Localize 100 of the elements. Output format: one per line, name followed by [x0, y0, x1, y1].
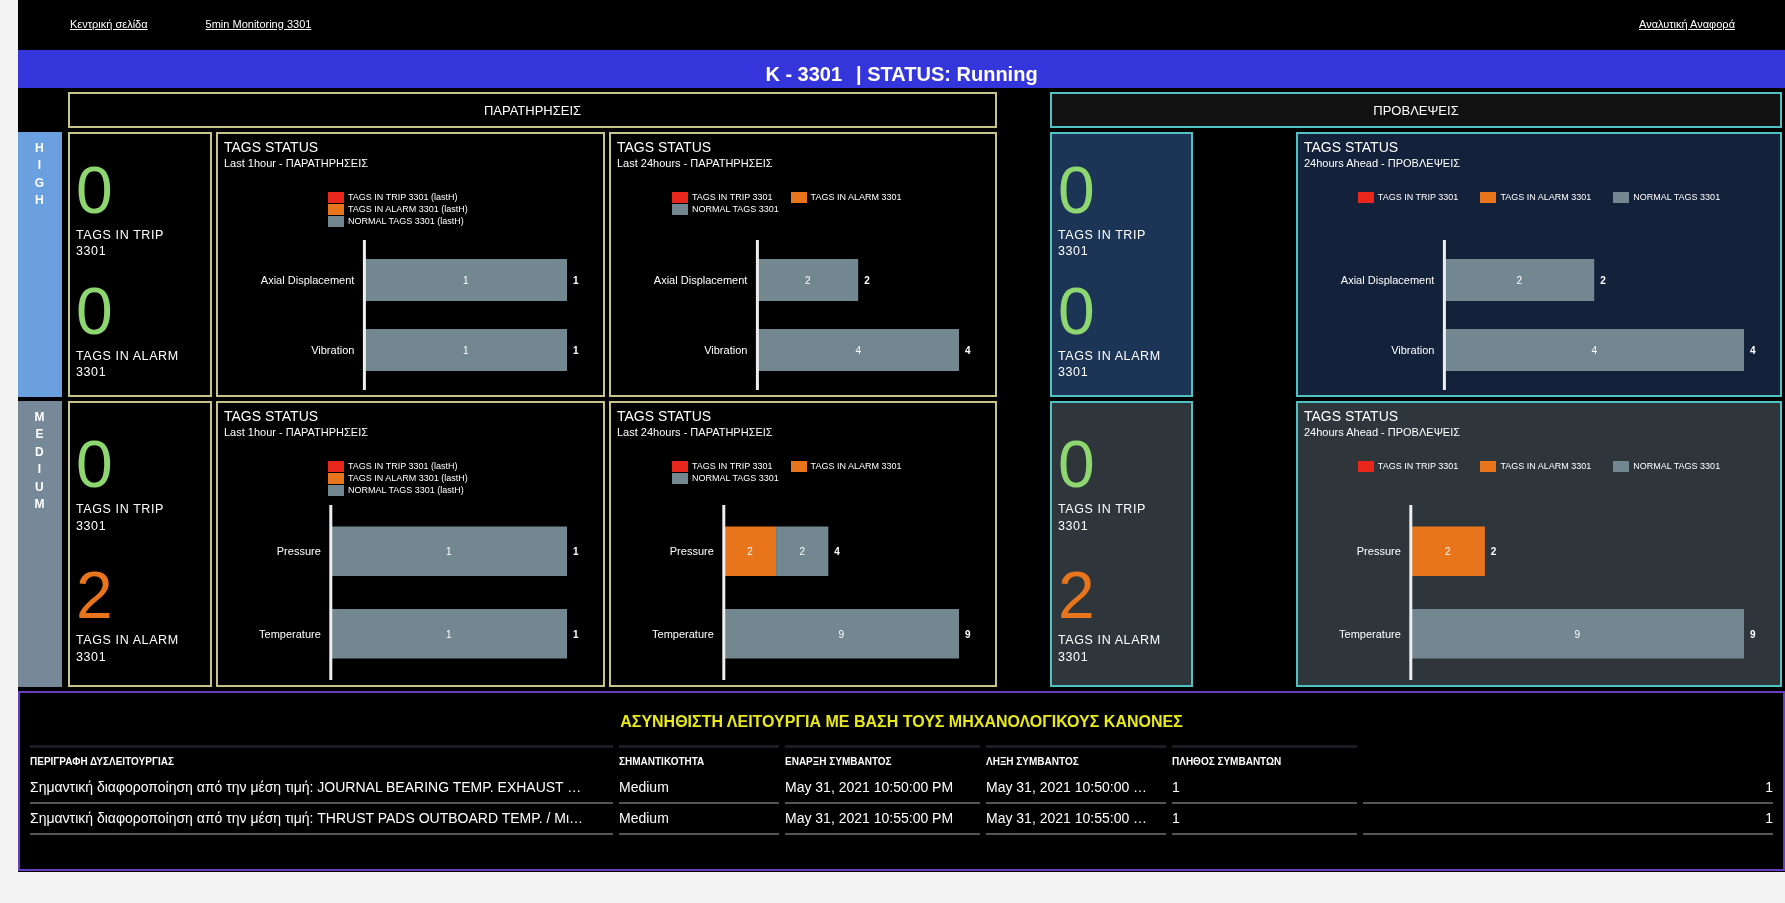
legend-label: NORMAL TAGS 3301 [1633, 461, 1721, 471]
chart-title: TAGS STATUS [1304, 408, 1400, 424]
table-title: ΑΣΥΝΗΘΙΣΤΗ ΛΕΙΤΟΥΡΓΙΑ ΜΕ ΒΑΣΗ ΤΟΥΣ ΜΗΧΑΝΟΛΟΓΙΚΟΥΣ ΚΑΝΟΝΕΣ [619, 713, 1184, 731]
category-label: Vibration [704, 344, 748, 356]
bar-value: 2 [1445, 546, 1451, 558]
legend-label: TAGS IN ALARM 3301 (lastH) [348, 473, 468, 483]
category-label: Pressure [669, 545, 714, 558]
category-label: Pressure [1356, 545, 1401, 558]
chart-subtitle: Last 24hours - ΠΑΡΑΤΗΡΗΣΕΙΣ [617, 157, 774, 169]
kpi-value: 0 [1058, 157, 1096, 223]
bar-total: 1 [573, 275, 579, 286]
category-label: Temperature [1339, 627, 1401, 640]
kpi-value: 2 [76, 562, 114, 629]
legend-label: NORMAL TAGS 3301 [692, 204, 779, 214]
level-label: HIGH [18, 132, 62, 397]
bar-value: 2 [799, 546, 805, 558]
kpi-label: TAGS IN TRIP 3301 [1058, 227, 1147, 260]
category-label: Vibration [311, 344, 355, 356]
legend-label: TAGS IN TRIP 3301 [692, 192, 773, 202]
table-cell: 1 [1363, 804, 1773, 835]
category-label: Temperature [652, 627, 714, 640]
column-header: ΠΕΡΙΓΡΑΦΗ ΔΥΣΛΕΙΤΟΥΡΓΙΑΣ [30, 745, 613, 773]
table-cell: May 31, 2021 10:55:00 PM [785, 804, 980, 835]
kpi-label: TAGS IN TRIP 3301 [76, 227, 165, 260]
column-header: ΣΗΜΑΝΤΙΚΟΤΗΤΑ [619, 745, 779, 773]
category-label: Pressure [276, 545, 321, 558]
legend-label: NORMAL TAGS 3301 [692, 473, 779, 483]
report-link[interactable]: Αναλυτική Αναφορά [1639, 18, 1735, 30]
bar-value: 1 [446, 628, 452, 640]
chart-title: TAGS STATUS [617, 139, 713, 155]
bar-total: 4 [1750, 345, 1756, 356]
chart-title: TAGS STATUS [224, 408, 320, 424]
chart-subtitle: 24hours Ahead - ΠΡΟΒΛΕΨΕΙΣ [1304, 157, 1462, 169]
bar-value: 1 [462, 345, 469, 356]
bar-value: 4 [1591, 345, 1597, 356]
table-cell: Σημαντική διαφοροποίηση από την μέση τιμή: THRUST PADS OUTBOARD TEMP. / Μι… [30, 804, 613, 835]
chart-subtitle: Last 1hour - ΠΑΡΑΤΗΡΗΣΕΙΣ [224, 426, 369, 438]
kpi-value: 0 [76, 157, 114, 223]
table-cell: 1 [1363, 773, 1773, 804]
bar-value: 2 [1516, 275, 1523, 286]
column-header: ΠΛΗΘΟΣ ΣΥΜΒΑΝΤΩΝ [1172, 745, 1357, 773]
kpi-label: TAGS IN ALARM 3301 [76, 632, 180, 665]
bar-value: 2 [805, 275, 811, 286]
bar-value: 9 [838, 628, 845, 640]
legend-label: NORMAL TAGS 3301 (lastH) [348, 485, 464, 495]
bar-total: 2 [1490, 546, 1497, 558]
legend-label: TAGS IN TRIP 3301 [1377, 192, 1459, 202]
legend-label: TAGS IN ALARM 3301 [1500, 461, 1592, 471]
legend-label: TAGS IN TRIP 3301 [692, 461, 773, 471]
table-cell: 1 [1172, 773, 1357, 804]
kpi-value: 0 [76, 277, 114, 344]
bar-value: 4 [855, 345, 861, 356]
kpi-value: 0 [1058, 431, 1096, 498]
table-cell: Medium [619, 773, 779, 804]
bar-value: 2 [747, 546, 753, 558]
nav-link[interactable]: Κεντρική σελίδα [70, 18, 148, 30]
section-header: ΠΑΡΑΤΗΡΗΣΕΙΣ [68, 92, 997, 128]
unit-title: K - 3301 [765, 63, 843, 86]
table-cell: May 31, 2021 10:50:00 PM [785, 773, 980, 804]
category-label: Temperature [259, 627, 321, 640]
kpi-value: 2 [1058, 562, 1096, 629]
section-header: ΠΡΟΒΛΕΨΕΙΣ [1050, 92, 1782, 128]
kpi-value: 0 [1058, 277, 1096, 344]
legend-label: NORMAL TAGS 3301 [1633, 192, 1721, 202]
category-label: Axial Displacement [653, 274, 748, 286]
kpi-value: 0 [76, 431, 114, 498]
bar-total: 9 [1750, 628, 1756, 640]
legend-label: TAGS IN ALARM 3301 (lastH) [348, 204, 468, 214]
table-cell: Medium [619, 804, 779, 835]
bar-total: 4 [834, 546, 840, 558]
category-label: Axial Displacement [260, 274, 355, 286]
status-text: | STATUS: Running [856, 63, 1038, 86]
table-cell: May 31, 2021 10:50:00 … [986, 773, 1166, 804]
kpi-label: TAGS IN ALARM 3301 [76, 347, 180, 380]
legend-label: TAGS IN ALARM 3301 [810, 192, 902, 202]
column-header: ΕΝΑΡΞΗ ΣΥΜΒΑΝΤΟΣ [785, 745, 980, 773]
chart-subtitle: Last 1hour - ΠΑΡΑΤΗΡΗΣΕΙΣ [224, 157, 369, 169]
kpi-label: TAGS IN ALARM 3301 [1058, 632, 1162, 665]
table-cell: May 31, 2021 10:55:00 … [986, 804, 1166, 835]
bar-total: 2 [1600, 275, 1606, 286]
bar-total: 9 [965, 628, 971, 640]
nav-link[interactable]: 5min Monitoring 3301 [205, 18, 312, 30]
chart-subtitle: Last 24hours - ΠΑΡΑΤΗΡΗΣΕΙΣ [617, 426, 774, 438]
bar-total: 1 [573, 546, 579, 558]
chart-title: TAGS STATUS [617, 408, 713, 424]
kpi-label: TAGS IN TRIP 3301 [1058, 501, 1147, 534]
bar-value: 1 [462, 275, 469, 286]
bar-total: 4 [965, 345, 971, 356]
bar-total: 2 [864, 275, 870, 286]
table-cell: 1 [1172, 804, 1357, 835]
legend-label: NORMAL TAGS 3301 (lastH) [348, 216, 464, 226]
kpi-label: TAGS IN ALARM 3301 [1058, 347, 1162, 380]
table-cell: Σημαντική διαφοροποίηση από την μέση τιμή: JOURNAL BEARING TEMP. EXHAUST … [30, 773, 613, 804]
level-label: MEDIUM [18, 401, 62, 687]
bar-total: 1 [573, 345, 579, 356]
category-label: Vibration [1391, 344, 1435, 356]
category-label: Axial Displacement [1340, 274, 1435, 286]
legend-label: TAGS IN ALARM 3301 [810, 461, 902, 471]
bar-total: 1 [573, 628, 579, 640]
kpi-label: TAGS IN TRIP 3301 [76, 501, 165, 534]
